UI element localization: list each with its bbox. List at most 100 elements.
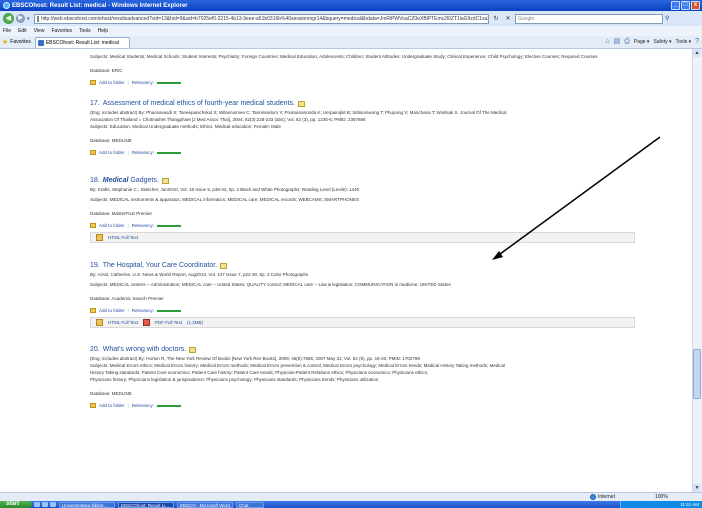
add-to-folder-link[interactable]: Add to folder [99, 79, 125, 86]
pdf-filesize: (1.2MB) [186, 320, 203, 325]
pdf-fulltext-link[interactable]: PDF Full Text [155, 319, 182, 326]
fulltext-bar: HTML Full Text [90, 232, 635, 243]
result-actions: Add to folder | Relevancy: [90, 222, 635, 229]
help-icon[interactable]: ? [695, 38, 699, 45]
quicklaunch-icon[interactable] [42, 502, 48, 507]
tab-label: EBSCOhost: Result List: medical [45, 39, 119, 46]
stop-button[interactable]: ✕ [503, 14, 513, 24]
tools-menu[interactable]: Tools ▾ [676, 39, 692, 45]
relevancy-bar [156, 309, 181, 312]
scroll-down-icon[interactable]: ▼ [693, 484, 701, 492]
address-toolbar: ◀ ▶ ▾ http://web.ebscohost.com/ehost/res… [0, 11, 702, 26]
result-title-row: 20. What's wrong with doctors. [90, 345, 635, 355]
result-number: 18. [90, 177, 100, 184]
result-database: Database: ERIC [90, 68, 123, 73]
quicklaunch-icon[interactable] [34, 502, 40, 507]
tab-ebscohost[interactable]: EBSCOhost: Result List: medical [34, 36, 130, 48]
page-content: Subjects: Medical Students; Medical Scho… [0, 49, 702, 492]
result-database: Database: MasterFILE Premier [90, 211, 153, 216]
result-subjects: Subjects: Medical Errors ethics; Medical… [90, 363, 506, 368]
result-item: 17. Assessment of medical ethics of four… [90, 99, 635, 156]
result-item: Subjects: Medical Students; Medical Scho… [90, 53, 635, 86]
result-number: 19. [90, 262, 100, 269]
forward-button[interactable]: ▶ [16, 14, 25, 23]
result-title-link[interactable]: What's wrong with doctors. [103, 345, 186, 355]
html-fulltext-link[interactable]: HTML Full Text [108, 319, 138, 326]
add-to-folder-link[interactable]: Add to folder [99, 307, 125, 314]
result-title-link[interactable]: The Hospital, Your Care Coordinator. [103, 261, 217, 271]
add-to-folder-link[interactable]: Add to folder [99, 149, 125, 156]
home-icon[interactable]: ⌂ [605, 38, 609, 45]
result-title-text: Gadgets. [128, 177, 159, 184]
result-number: 20. [90, 346, 100, 353]
safety-menu[interactable]: Safety ▾ [653, 39, 671, 45]
minimize-button[interactable]: _ [671, 1, 680, 10]
menu-help[interactable]: Help [98, 28, 108, 34]
vertical-scrollbar[interactable]: ▲ ▼ [692, 49, 702, 492]
menu-edit[interactable]: Edit [18, 28, 27, 34]
add-to-folder-link[interactable]: Add to folder [99, 222, 125, 229]
result-actions: Add to folder | Relevancy: [90, 307, 635, 314]
maximize-button[interactable]: □ [681, 1, 690, 10]
taskbar-item[interactable]: Universitetska bibliot... [59, 501, 115, 508]
result-title-link[interactable]: Assessment of medical ethics of fourth-y… [103, 99, 295, 109]
add-to-folder-link[interactable]: Add to folder [99, 402, 125, 409]
taskbar: start Universitetska bibliot... EBSCOhos… [0, 501, 702, 508]
relevancy-bar [156, 81, 181, 84]
page-menu[interactable]: Page ▾ [634, 39, 650, 45]
system-tray: 11:51 AM [620, 501, 702, 508]
back-button[interactable]: ◀ [3, 13, 14, 24]
result-subjects-cont: Physicians history; Physicians legislati… [90, 377, 379, 382]
relevancy-bar [156, 224, 181, 227]
search-icon[interactable]: ⚲ [665, 14, 673, 24]
relevancy-label: Relevancy: [131, 80, 154, 85]
taskbar-item[interactable]: Chat [236, 501, 264, 508]
zoom-level[interactable]: 100% [655, 494, 668, 500]
document-icon [220, 263, 228, 269]
result-title-highlight: Medical [102, 177, 129, 184]
zone-label: Internet [598, 494, 615, 500]
result-subjects-cont: History Taking standards; Patient Care e… [90, 370, 429, 375]
document-icon [161, 178, 169, 184]
menu-file[interactable]: File [3, 28, 11, 34]
taskbar-item[interactable]: EBSCO - Microsoft Word [177, 501, 233, 508]
result-subjects: Subjects: MEDICAL centers -- Administrat… [90, 282, 451, 287]
fulltext-bar: HTML Full Text PDF Full Text (1.2MB) [90, 317, 635, 328]
address-input[interactable]: http://web.ebscohost.com/ehost/resultsad… [34, 13, 489, 24]
result-item: 20. What's wrong with doctors. (Eng; inc… [90, 345, 635, 409]
result-item: 19. The Hospital, Your Care Coordinator.… [90, 261, 635, 328]
menu-tools[interactable]: Tools [79, 28, 91, 34]
star-icon: ★ [2, 38, 9, 46]
print-icon[interactable]: ⎙ [624, 38, 630, 45]
scroll-up-icon[interactable]: ▲ [693, 49, 701, 57]
history-dropdown-icon[interactable]: ▾ [27, 16, 32, 22]
search-input[interactable]: Google [515, 13, 663, 24]
result-title-link[interactable]: Medical Gadgets. [103, 176, 159, 186]
folder-icon [90, 308, 96, 313]
taskbar-item-active[interactable]: EBSCOhost: Result Li... [118, 501, 174, 508]
result-database: Database: MEDLINE [90, 138, 132, 143]
html-fulltext-link[interactable]: HTML Full Text [108, 234, 138, 241]
favorites-bar: ★ Favorites EBSCOhost: Result List: medi… [0, 36, 702, 49]
page-icon [37, 15, 39, 22]
html-fulltext-icon [96, 234, 103, 241]
feeds-icon[interactable]: ▤ [614, 38, 621, 45]
favorites-label: Favorites [10, 39, 31, 45]
clock: 11:51 AM [680, 502, 699, 507]
document-icon [297, 101, 305, 107]
result-list: Subjects: Medical Students; Medical Scho… [90, 49, 635, 408]
close-window-button[interactable]: x [691, 1, 700, 10]
menu-favorites[interactable]: Favorites [51, 28, 72, 34]
scroll-thumb[interactable] [693, 349, 701, 399]
quicklaunch-icon[interactable] [50, 502, 56, 507]
refresh-button[interactable]: ↻ [491, 14, 501, 24]
result-citation: (Eng; includes abstract) By: Phaosavasdi… [90, 110, 507, 115]
result-item: 18. Medical Gadgets. By: Krafts, Stephan… [90, 176, 635, 243]
start-button[interactable]: start [0, 501, 32, 508]
result-actions: Add to folder | Relevancy: [90, 149, 635, 156]
tab-page-icon [37, 39, 44, 46]
favorites-button[interactable]: ★ Favorites [2, 39, 31, 46]
result-title-row: 18. Medical Gadgets. [90, 176, 635, 186]
relevancy-bar [156, 404, 181, 407]
menu-view[interactable]: View [34, 28, 45, 34]
